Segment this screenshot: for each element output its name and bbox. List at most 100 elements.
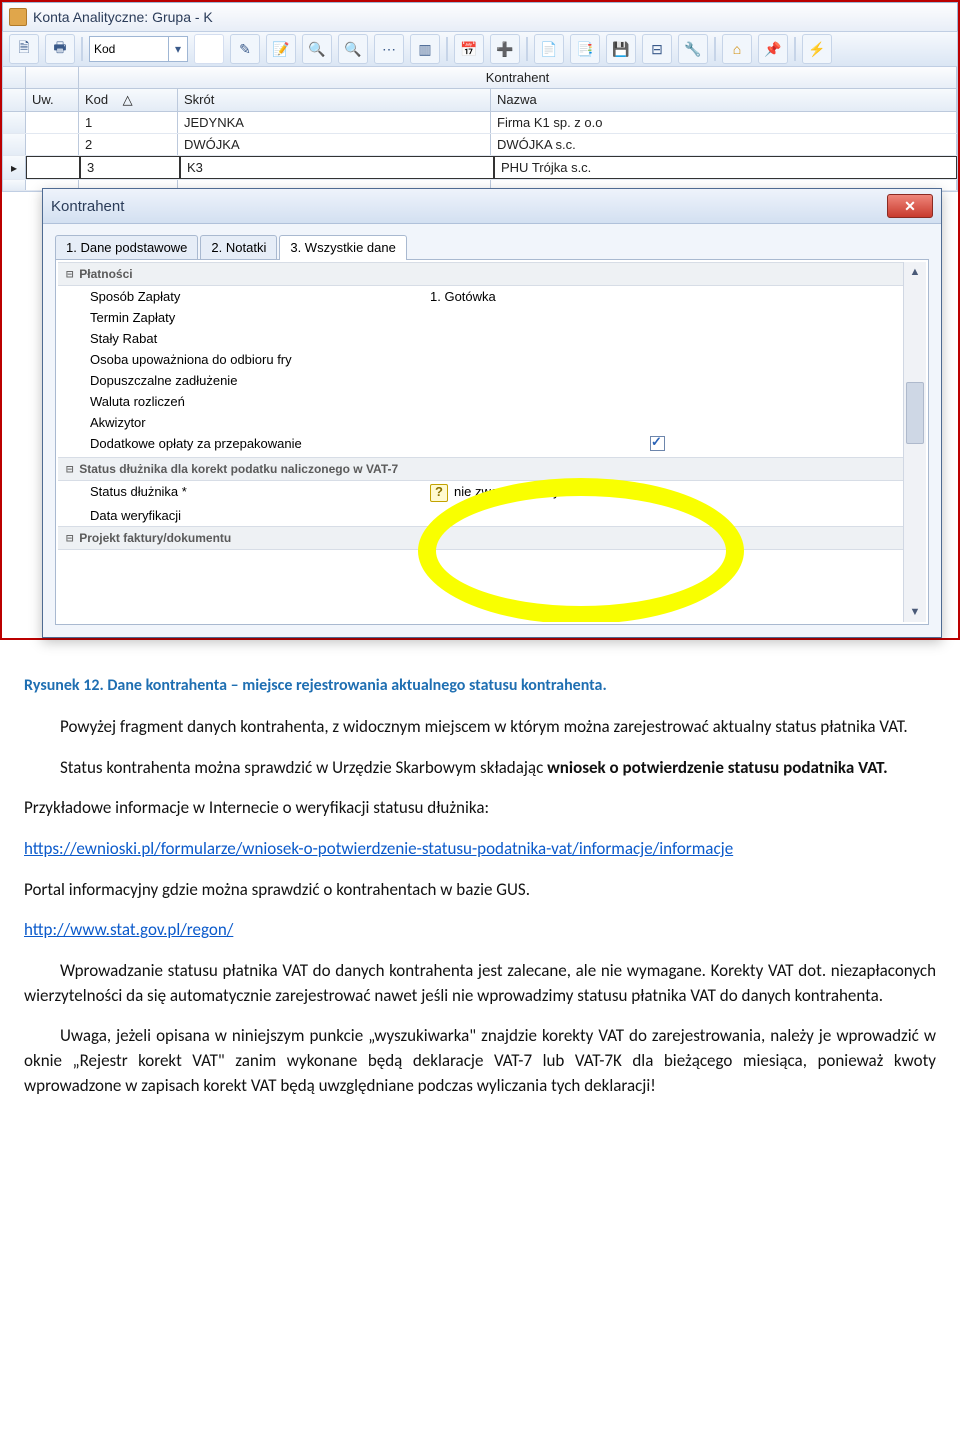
pin-button[interactable]: 📌 — [758, 34, 788, 64]
paragraph-link: http://www.stat.gov.pl/regon/ — [24, 918, 936, 943]
preview-button[interactable]: 🗎 — [9, 34, 39, 64]
property-row[interactable]: Dodatkowe opłaty za przepakowanie — [58, 433, 904, 457]
edit-button[interactable]: ✎ — [230, 34, 260, 64]
col-header-uw[interactable]: Uw. — [26, 89, 79, 111]
property-row[interactable]: Stały Rabat — [58, 328, 904, 349]
table-row[interactable]: 1 JEDYNKA Firma K1 sp. z o.o — [3, 112, 957, 134]
property-value[interactable] — [430, 352, 904, 367]
app-icon — [9, 8, 27, 26]
grid-header-row[interactable]: Uw. Kod △ Skrót Nazwa — [3, 89, 957, 112]
row-header-blank — [3, 67, 26, 88]
chevron-down-icon[interactable]: ▾ — [168, 37, 187, 61]
cell-kod: 3 — [80, 156, 180, 179]
scroll-up-icon[interactable]: ▲ — [904, 262, 926, 282]
sort-asc-icon: △ — [123, 92, 133, 107]
toolbar-separator — [794, 37, 796, 61]
property-row[interactable]: Waluta rozliczeń — [58, 391, 904, 412]
close-button[interactable]: ✕ — [887, 194, 933, 218]
paragraph: Przykładowe informacje w Internecie o we… — [24, 796, 936, 821]
section-payments[interactable]: ⊟Płatności — [58, 262, 904, 286]
property-value[interactable]: 1. Gotówka — [430, 289, 904, 304]
grid-band-row: Kontrahent — [3, 67, 957, 89]
col-header-nazwa[interactable]: Nazwa — [491, 89, 957, 111]
property-value[interactable] — [430, 394, 904, 409]
collapse-icon[interactable]: ⊟ — [66, 267, 73, 281]
paragraph: Powyżej fragment danych kontrahenta, z w… — [24, 715, 936, 740]
goto-button[interactable]: ▥ — [410, 34, 440, 64]
action-button[interactable]: ⚡ — [802, 34, 832, 64]
sort-combo-input[interactable] — [90, 38, 168, 60]
property-value[interactable] — [430, 310, 904, 325]
table-row[interactable]: 2 DWÓJKA DWÓJKA s.c. — [3, 134, 957, 156]
modal-tabs: 1. Dane podstawowe 2. Notatki 3. Wszystk… — [43, 224, 941, 259]
copy-button[interactable]: 📑 — [570, 34, 600, 64]
vertical-scrollbar[interactable]: ▲ ▼ — [903, 262, 926, 622]
search-next-button[interactable]: 🔍 — [338, 34, 368, 64]
grid-band-label: Kontrahent — [79, 67, 957, 88]
filter-button[interactable]: ⋯ — [374, 34, 404, 64]
calendar-button[interactable]: 📅 — [454, 34, 484, 64]
property-value[interactable] — [430, 373, 904, 388]
cell-kod: 2 — [79, 134, 178, 155]
toolbar-separator — [526, 37, 528, 61]
property-value-checkbox[interactable] — [650, 436, 904, 454]
property-row[interactable]: Data weryfikacji — [58, 505, 904, 526]
link-regon[interactable]: http://www.stat.gov.pl/regon/ — [24, 919, 233, 940]
collapse-icon[interactable]: ⊟ — [66, 462, 73, 476]
property-row[interactable]: Sposób Zapłaty1. Gotówka — [58, 286, 904, 307]
toolbar-button[interactable] — [194, 34, 224, 64]
property-label: Status dłużnika * — [90, 484, 430, 502]
new-doc-button[interactable]: 📄 — [534, 34, 564, 64]
scroll-down-icon[interactable]: ▼ — [904, 602, 926, 622]
select-button[interactable]: ⊟ — [642, 34, 672, 64]
property-label: Sposób Zapłaty — [90, 289, 430, 304]
document-body: Rysunek 12. Dane kontrahenta – miejsce r… — [0, 640, 960, 1154]
property-label: Osoba upoważniona do odbioru fry — [90, 352, 430, 367]
tab-basic-data[interactable]: 1. Dane podstawowe — [55, 235, 198, 260]
cell-uw — [26, 156, 80, 179]
tab-all-data[interactable]: 3. Wszystkie dane — [279, 235, 407, 260]
tool-button[interactable]: 🔧 — [678, 34, 708, 64]
sort-combobox[interactable]: ▾ — [89, 36, 188, 62]
row-header-blank — [3, 89, 26, 111]
property-row[interactable]: Dopuszczalne zadłużenie — [58, 370, 904, 391]
property-row-status[interactable]: Status dłużnika *?nie zweryfikowany — [58, 481, 904, 505]
print-button[interactable]: 🖶 — [45, 34, 75, 64]
property-label: Termin Zapłaty — [90, 310, 430, 325]
main-window-titlebar[interactable]: Konta Analityczne: Grupa - K — [2, 2, 958, 32]
tab-notes[interactable]: 2. Notatki — [200, 235, 277, 260]
modal-titlebar[interactable]: Kontrahent ✕ — [43, 189, 941, 224]
section-invoice-project[interactable]: ⊟Projekt faktury/dokumentu — [58, 526, 904, 550]
cell-nazwa: Firma K1 sp. z o.o — [491, 112, 957, 133]
toolbar-separator — [81, 37, 83, 61]
property-value[interactable]: ?nie zweryfikowany — [430, 484, 904, 502]
property-value[interactable] — [430, 415, 904, 430]
add-button[interactable]: ➕ — [490, 34, 520, 64]
property-row[interactable]: Akwizytor — [58, 412, 904, 433]
edit-note-button[interactable]: 📝 — [266, 34, 296, 64]
property-value[interactable] — [430, 331, 904, 346]
col-header-skrot[interactable]: Skrót — [178, 89, 491, 111]
paragraph-link: https://ewnioski.pl/formularze/wniosek-o… — [24, 837, 936, 862]
property-label: Data weryfikacji — [90, 508, 430, 523]
cell-skrot: DWÓJKA — [178, 134, 491, 155]
property-value[interactable] — [430, 508, 904, 523]
search-button[interactable]: 🔍 — [302, 34, 332, 64]
property-label: Stały Rabat — [90, 331, 430, 346]
grid-band-cell — [26, 67, 79, 88]
checkbox-checked-icon[interactable] — [650, 436, 665, 451]
section-debtor-status[interactable]: ⊟Status dłużnika dla korekt podatku nali… — [58, 457, 904, 481]
paragraph: Status kontrahenta można sprawdzić w Urz… — [24, 756, 936, 781]
help-icon[interactable]: ? — [430, 484, 448, 502]
collapse-icon[interactable]: ⊟ — [66, 531, 73, 545]
property-row[interactable]: Termin Zapłaty — [58, 307, 904, 328]
scrollbar-thumb[interactable] — [906, 382, 924, 444]
link-ewnioski[interactable]: https://ewnioski.pl/formularze/wniosek-o… — [24, 838, 733, 859]
home-button[interactable]: ⌂ — [722, 34, 752, 64]
contractors-grid[interactable]: Kontrahent Uw. Kod △ Skrót Nazwa 1 JEDYN… — [2, 67, 958, 192]
save-button[interactable]: 💾 — [606, 34, 636, 64]
table-row-selected[interactable]: ▸ 3 K3 PHU Trójka s.c. — [3, 156, 957, 180]
cell-uw — [26, 134, 79, 155]
col-header-kod[interactable]: Kod △ — [79, 89, 178, 111]
property-row[interactable]: Osoba upoważniona do odbioru fry — [58, 349, 904, 370]
